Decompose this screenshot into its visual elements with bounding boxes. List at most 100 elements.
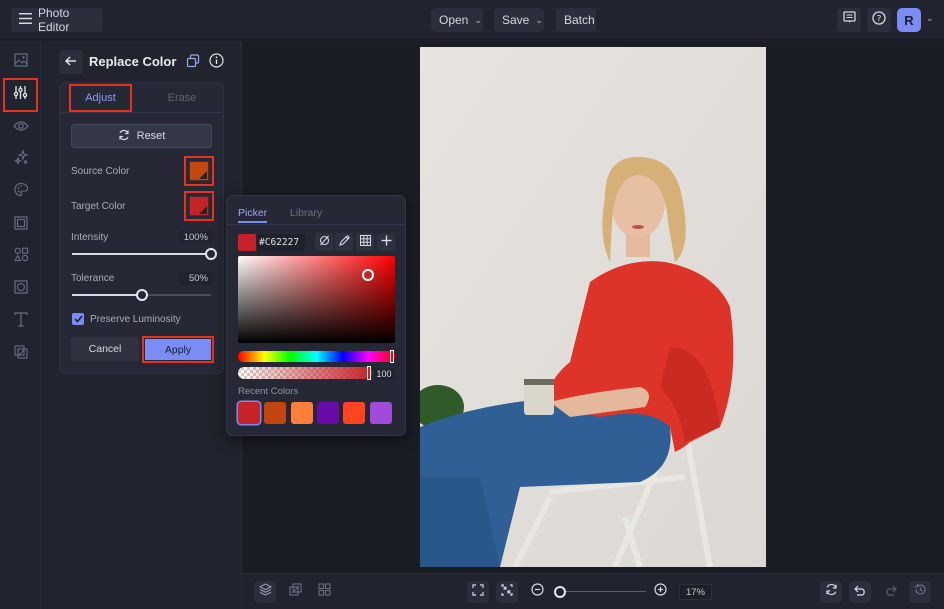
- intensity-slider-thumb[interactable]: [205, 248, 217, 260]
- saturation-value-field[interactable]: [238, 256, 395, 343]
- user-avatar[interactable]: R: [897, 8, 921, 32]
- zoom-slider-track[interactable]: [554, 591, 646, 592]
- eye-icon: [13, 119, 29, 137]
- back-button[interactable]: [59, 50, 83, 74]
- zoom-out-button[interactable]: [526, 581, 548, 603]
- tab-erase[interactable]: Erase: [148, 84, 216, 112]
- rail-item-effects[interactable]: [5, 112, 37, 144]
- rail-item-adjust[interactable]: [3, 78, 38, 112]
- rail-item-retouch[interactable]: [5, 144, 37, 176]
- fit-to-screen-button[interactable]: [467, 581, 489, 603]
- shapes-icon: [13, 247, 29, 267]
- recent-color-swatch[interactable]: [238, 402, 260, 424]
- alpha-slider-handle[interactable]: [367, 366, 371, 380]
- color-picker-popup: Picker Library #C62227 100 Recent Colors: [226, 195, 406, 436]
- feedback-button[interactable]: [837, 8, 861, 32]
- save-menu-button[interactable]: Save ⌄: [494, 8, 544, 32]
- no-color-button[interactable]: [315, 233, 333, 251]
- open-label: Open: [439, 13, 469, 27]
- palette-icon: [13, 182, 29, 202]
- tool-rail: [0, 41, 41, 609]
- recent-color-swatch[interactable]: [264, 402, 287, 424]
- source-color-fill: [189, 161, 209, 181]
- recent-color-swatch[interactable]: [343, 402, 366, 424]
- recent-color-swatch[interactable]: [290, 402, 313, 424]
- rail-item-artsy[interactable]: [5, 176, 37, 208]
- rail-item-graphics[interactable]: [5, 241, 37, 273]
- overlay-icon: [14, 279, 28, 299]
- photo-canvas[interactable]: [420, 47, 766, 567]
- account-chevron-down-icon[interactable]: ⌄: [926, 13, 934, 24]
- alpha-slider[interactable]: [238, 366, 372, 380]
- recent-color-swatch[interactable]: [316, 402, 339, 424]
- target-color-fill: [189, 196, 209, 216]
- tabs-divider: [60, 112, 223, 113]
- intensity-label: Intensity: [71, 232, 109, 243]
- recent-colors-label: Recent Colors: [238, 386, 299, 397]
- compare-button[interactable]: [284, 581, 306, 603]
- sync-icon: [825, 583, 838, 601]
- preserve-luminosity-label: Preserve Luminosity: [90, 314, 181, 325]
- open-menu-button[interactable]: Open ⌄: [431, 8, 483, 32]
- tolerance-slider-thumb[interactable]: [135, 289, 148, 301]
- help-button[interactable]: ?: [867, 8, 891, 32]
- apply-button[interactable]: Apply: [142, 336, 214, 363]
- layers-copy-icon: [186, 54, 200, 72]
- preserve-luminosity-checkbox[interactable]: [72, 313, 84, 325]
- redo-button[interactable]: [879, 581, 901, 603]
- target-color-swatch[interactable]: [184, 191, 214, 221]
- rail-item-image[interactable]: [5, 46, 37, 78]
- app-menu-button[interactable]: Photo Editor: [11, 6, 103, 34]
- tab-adjust[interactable]: Adjust: [69, 84, 132, 112]
- rail-item-text[interactable]: [5, 306, 37, 338]
- rail-item-textures[interactable]: [5, 338, 37, 370]
- alpha-value[interactable]: 100: [374, 368, 394, 380]
- grid-icon: [359, 233, 371, 251]
- tab-picker[interactable]: Picker: [238, 207, 267, 219]
- grid-view-button[interactable]: [313, 581, 335, 603]
- chevron-down-icon: ⌄: [474, 14, 482, 25]
- photo-image: [420, 47, 766, 567]
- chevron-down-icon: ⌄: [535, 14, 543, 25]
- hex-input[interactable]: #C62227: [257, 234, 305, 251]
- batch-button[interactable]: Batch: [556, 8, 596, 32]
- sparkles-icon: [13, 149, 29, 170]
- rail-item-overlays[interactable]: [5, 273, 37, 305]
- text-icon: [14, 312, 28, 332]
- sv-picker-handle[interactable]: [362, 269, 374, 281]
- reset-button[interactable]: Reset: [71, 124, 212, 148]
- zoom-value[interactable]: 17%: [679, 584, 712, 600]
- sliders-icon: [13, 85, 28, 105]
- actual-size-button[interactable]: [496, 581, 518, 603]
- apply-label: Apply: [145, 339, 211, 360]
- recent-color-swatch[interactable]: [369, 402, 392, 424]
- plus-icon: [381, 233, 392, 251]
- checkmark-icon: [73, 310, 83, 328]
- help-icon: ?: [872, 10, 886, 30]
- info-button[interactable]: [209, 53, 224, 73]
- presets-button[interactable]: [186, 54, 200, 73]
- target-color-label: Target Color: [71, 201, 126, 212]
- tab-library[interactable]: Library: [290, 207, 322, 219]
- image-icon: [14, 52, 28, 72]
- undo-button[interactable]: [849, 581, 871, 603]
- eyedropper-button[interactable]: [335, 233, 353, 251]
- cancel-button[interactable]: Cancel: [71, 337, 139, 361]
- add-color-button[interactable]: [377, 233, 395, 251]
- layers-button[interactable]: [254, 581, 276, 603]
- rail-item-frames[interactable]: [5, 209, 37, 241]
- app-title: Photo Editor: [38, 6, 70, 34]
- source-color-swatch[interactable]: [184, 156, 214, 186]
- save-label: Save: [502, 13, 530, 27]
- history-button[interactable]: [909, 581, 931, 603]
- zoom-slider-thumb[interactable]: [554, 586, 566, 598]
- hue-slider-handle[interactable]: [390, 350, 394, 363]
- intensity-value[interactable]: 100%: [179, 231, 212, 244]
- reset-canvas-button[interactable]: [820, 581, 842, 603]
- zoom-in-button[interactable]: [649, 581, 671, 603]
- tolerance-value[interactable]: 50%: [179, 272, 212, 285]
- hue-slider[interactable]: [238, 350, 395, 363]
- swatch-grid-button[interactable]: [356, 233, 374, 251]
- intensity-slider-fill: [72, 253, 211, 255]
- grid-view-icon: [317, 583, 331, 601]
